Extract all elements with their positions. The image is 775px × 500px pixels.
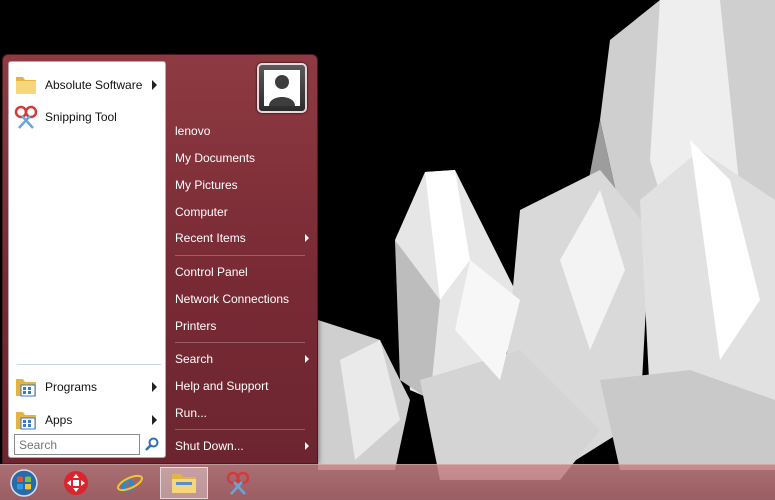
menu-item-network-connections[interactable]: Network Connections: [175, 288, 313, 310]
user-avatar[interactable]: [257, 63, 307, 113]
menu-item-control-panel[interactable]: Control Panel: [175, 261, 313, 283]
programs-button[interactable]: Programs: [13, 372, 163, 402]
menu-separator: [175, 342, 305, 343]
menu-item-run[interactable]: Run...: [175, 402, 313, 424]
menu-item-label: Printers: [175, 319, 217, 333]
menu-item-search[interactable]: Search: [175, 348, 313, 370]
apps-button[interactable]: Apps: [13, 405, 163, 435]
submenu-arrow-icon: [152, 80, 157, 90]
menu-item-shut-down[interactable]: Shut Down...: [175, 435, 313, 457]
submenu-arrow-icon: [305, 442, 309, 450]
snipping-tool-icon: [14, 105, 38, 129]
user-silhouette-icon: [264, 70, 300, 106]
apps-label: Apps: [45, 413, 73, 427]
submenu-arrow-icon: [305, 234, 309, 242]
search-icon[interactable]: [144, 436, 160, 452]
menu-item-lenovo[interactable]: lenovo: [175, 120, 313, 142]
submenu-arrow-icon: [152, 382, 157, 392]
menu-item-label: lenovo: [175, 124, 211, 138]
menu-item-label: Search: [175, 352, 214, 366]
start-menu: Absolute Software Snipping Tool Programs: [2, 54, 318, 464]
menu-separator: [175, 429, 305, 430]
left-pane-separator: [17, 364, 161, 365]
menu-item-label: Control Panel: [175, 265, 248, 279]
menu-item-help-and-support[interactable]: Help and Support: [175, 375, 313, 397]
menu-item-recent-items[interactable]: Recent Items: [175, 227, 313, 249]
pinned-item-snipping-tool[interactable]: Snipping Tool: [13, 102, 163, 132]
menu-item-label: Network Connections: [175, 292, 290, 306]
menu-item-label: My Pictures: [175, 178, 238, 192]
internet-explorer-icon: e: [117, 469, 143, 497]
pinned-item-label: Snipping Tool: [45, 110, 117, 124]
taskbar-remote-app[interactable]: [52, 467, 100, 499]
snipping-tool-icon: [226, 471, 250, 495]
taskbar: e: [0, 464, 775, 500]
pinned-item-absolute-software[interactable]: Absolute Software: [13, 70, 163, 100]
menu-item-my-documents[interactable]: My Documents: [175, 147, 313, 169]
menu-item-computer[interactable]: Computer: [175, 201, 313, 223]
menu-item-label: Shut Down...: [175, 439, 244, 453]
menu-item-my-pictures[interactable]: My Pictures: [175, 174, 313, 196]
remote-app-icon: [64, 471, 88, 495]
programs-icon: [16, 379, 36, 397]
programs-label: Programs: [45, 380, 98, 394]
start-orb-icon: [10, 469, 38, 497]
menu-item-label: Recent Items: [175, 231, 246, 245]
menu-item-label: My Documents: [175, 151, 256, 165]
menu-item-label: Run...: [175, 406, 208, 420]
start-menu-left-pane: Absolute Software Snipping Tool Programs: [8, 61, 166, 458]
menu-item-printers[interactable]: Printers: [175, 315, 313, 337]
menu-separator: [175, 255, 305, 256]
file-explorer-icon: [172, 474, 196, 493]
search-input[interactable]: [14, 434, 140, 455]
start-button[interactable]: [0, 467, 48, 499]
menu-item-label: Computer: [175, 205, 228, 219]
submenu-arrow-icon: [152, 415, 157, 425]
apps-icon: [16, 412, 36, 430]
pinned-item-label: Absolute Software: [45, 78, 143, 92]
taskbar-snipping-tool[interactable]: [214, 467, 262, 499]
folder-icon: [16, 77, 36, 94]
submenu-arrow-icon: [305, 355, 309, 363]
taskbar-internet-explorer[interactable]: e: [106, 467, 154, 499]
taskbar-file-explorer[interactable]: [160, 467, 208, 499]
menu-item-label: Help and Support: [175, 379, 269, 393]
